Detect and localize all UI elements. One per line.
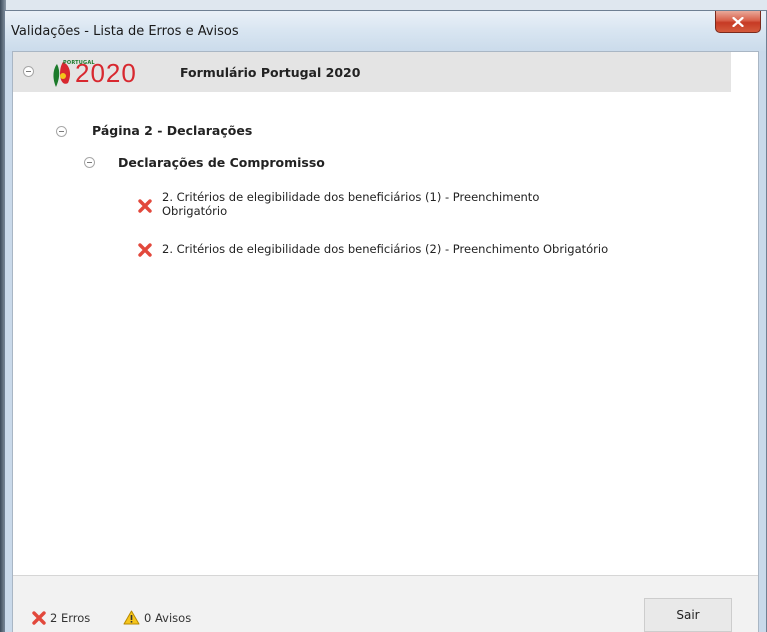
- error-text-line2: Obrigatório: [162, 204, 228, 218]
- collapse-icon[interactable]: [23, 66, 34, 77]
- error-item[interactable]: 2. Critérios de elegibilidade dos benefi…: [138, 190, 658, 222]
- warning-triangle-icon: [123, 610, 140, 625]
- window-title: Validações - Lista de Erros e Avisos: [11, 24, 239, 39]
- error-count: 2 Erros: [32, 611, 90, 625]
- collapse-icon[interactable]: [56, 126, 67, 137]
- error-x-icon: [138, 243, 152, 257]
- tree-root-row[interactable]: PORTUGAL 2020 Formulário Portugal 2020: [13, 52, 731, 92]
- validation-dialog: Validações - Lista de Erros e Avisos POR…: [4, 10, 767, 632]
- tree-root-label: Formulário Portugal 2020: [180, 65, 361, 80]
- error-text: 2. Critérios de elegibilidade dos benefi…: [162, 242, 609, 256]
- title-bar[interactable]: Validações - Lista de Erros e Avisos: [5, 11, 766, 51]
- close-button[interactable]: [715, 11, 761, 33]
- dialog-content: PORTUGAL 2020 Formulário Portugal 2020 P…: [12, 51, 759, 632]
- error-text-line1: 2. Critérios de elegibilidade dos benefi…: [162, 190, 540, 204]
- error-x-icon: [138, 199, 152, 213]
- warning-count-label: 0 Avisos: [144, 610, 192, 625]
- warning-count: 0 Avisos: [123, 610, 191, 625]
- error-item[interactable]: 2. Critérios de elegibilidade dos benefi…: [138, 242, 658, 258]
- tree-section-label[interactable]: Declarações de Compromisso: [118, 155, 325, 170]
- error-text: 2. Critérios de elegibilidade dos benefi…: [162, 190, 539, 218]
- dialog-footer: 2 Erros 0 Avisos Sair: [13, 575, 758, 632]
- exit-button[interactable]: Sair: [644, 598, 732, 632]
- error-count-label: 2 Erros: [50, 611, 91, 625]
- validation-tree: PORTUGAL 2020 Formulário Portugal 2020 P…: [13, 52, 758, 567]
- close-icon: [732, 16, 744, 27]
- logo-number: 2020: [75, 58, 137, 88]
- error-x-icon: [32, 611, 46, 625]
- collapse-icon[interactable]: [84, 157, 95, 168]
- tree-page-label[interactable]: Página 2 - Declarações: [92, 123, 252, 138]
- portugal-2020-logo: PORTUGAL 2020: [51, 58, 166, 90]
